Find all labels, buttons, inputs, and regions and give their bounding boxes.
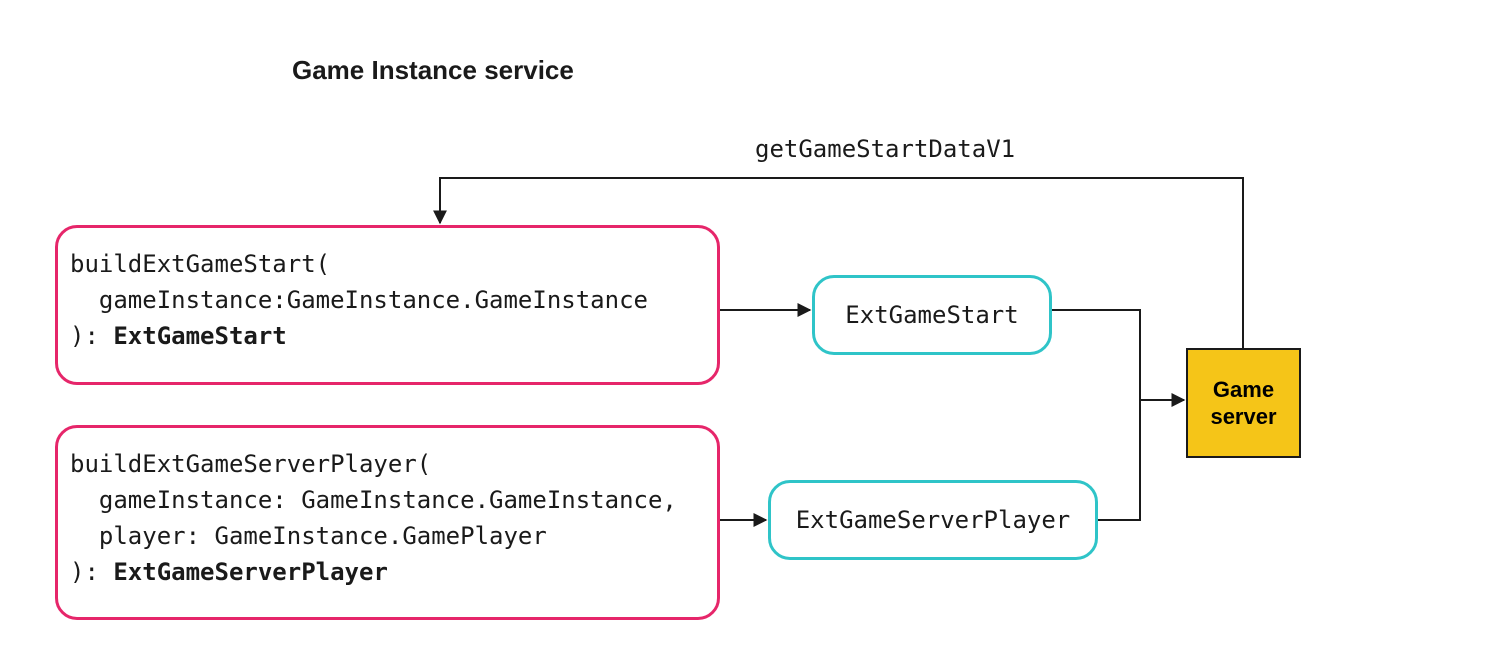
return-type: ExtGameServerPlayer: [113, 558, 388, 586]
arrow-out1-to-server: [1052, 310, 1184, 400]
flow-label-getGameStartDataV1: getGameStartDataV1: [755, 135, 1015, 163]
output-label: ExtGameStart: [845, 301, 1018, 329]
code-line: buildExtGameServerPlayer(: [70, 450, 431, 478]
output-ExtGameStart: ExtGameStart: [812, 275, 1052, 355]
code-line: player: GameInstance.GamePlayer: [70, 522, 547, 550]
code-line: gameInstance: GameInstance.GameInstance,: [70, 486, 677, 514]
game-server-label-line2: server: [1210, 403, 1276, 431]
diagram-title: Game Instance service: [292, 55, 574, 86]
game-server-node: Game server: [1186, 348, 1301, 458]
code-line: ):: [70, 322, 113, 350]
code-line: gameInstance:GameInstance.GameInstance: [70, 286, 648, 314]
diagram-canvas: Game Instance service getGameStartDataV1…: [0, 0, 1503, 665]
game-server-label-line1: Game: [1210, 376, 1276, 404]
return-type: ExtGameStart: [113, 322, 286, 350]
func-buildExtGameServerPlayer: buildExtGameServerPlayer( gameInstance: …: [55, 425, 720, 620]
code-line: buildExtGameStart(: [70, 250, 330, 278]
output-ExtGameServerPlayer: ExtGameServerPlayer: [768, 480, 1098, 560]
func-buildExtGameStart: buildExtGameStart( gameInstance:GameInst…: [55, 225, 720, 385]
output-label: ExtGameServerPlayer: [796, 506, 1071, 534]
code-line: ):: [70, 558, 113, 586]
arrow-out2-to-server: [1098, 400, 1140, 520]
